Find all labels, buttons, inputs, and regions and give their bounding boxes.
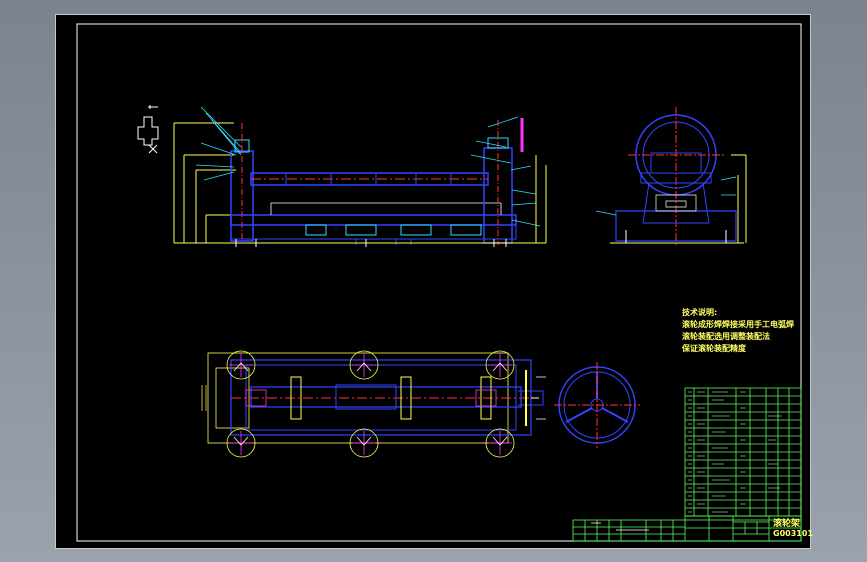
tech-note-line: 滚轮装配选用调整装配法 [682,332,770,341]
plan-view [201,350,546,458]
tech-note-line: 保证滚轮装配精度 [682,344,746,353]
drawing-name: 滚轮架 [773,519,801,529]
tech-notes-heading: 技术说明: [682,308,718,317]
tech-note-line: 滚轮成形焊焊接采用手工电弧焊 [682,320,794,329]
handwheel-detail [554,362,640,448]
title-block-frame [572,515,802,542]
drawing-number: G003101 [773,529,813,538]
cad-drawing [76,23,802,542]
parts-list [684,387,802,517]
front-view [137,105,547,247]
paper-border [76,23,802,542]
cad-drawing-viewport[interactable]: 技术说明: 滚轮成形焊焊接采用手工电弧焊 滚轮装配选用调整装配法 保证滚轮装配精… [55,14,813,549]
side-view [595,107,747,247]
